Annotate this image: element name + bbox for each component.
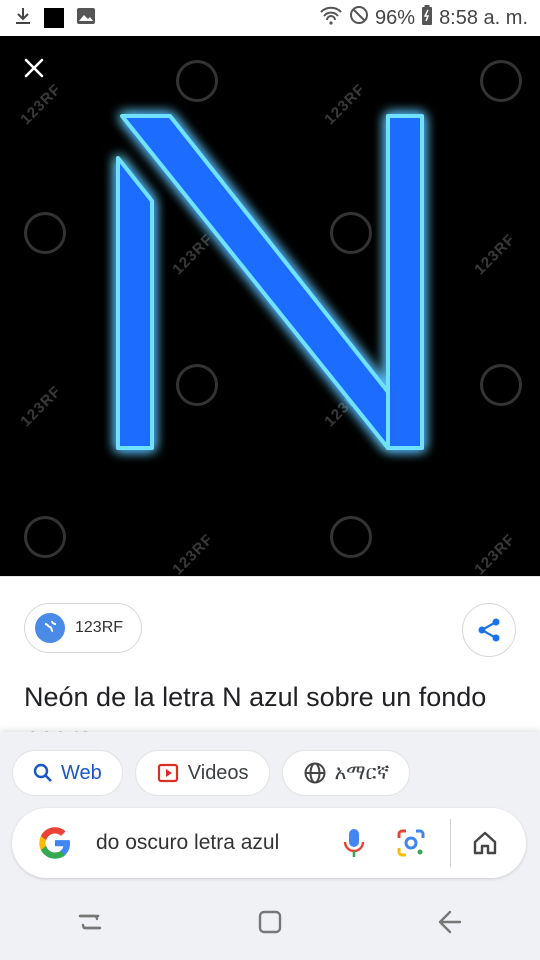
source-name: 123RF: [75, 619, 124, 636]
search-icon: [33, 763, 52, 782]
neon-letter-n: [116, 114, 424, 450]
recents-icon[interactable]: [76, 908, 104, 941]
back-icon[interactable]: [436, 908, 464, 941]
chip-web[interactable]: Web: [12, 750, 123, 796]
system-nav-bar: [0, 888, 540, 960]
battery-icon: [421, 5, 433, 31]
chip-language[interactable]: አማርኛ: [281, 750, 411, 796]
globe-icon: [304, 762, 326, 784]
clock: 8:58 a. m.: [439, 6, 528, 29]
video-icon: [157, 763, 178, 783]
app-icon: [44, 8, 64, 28]
image-viewer[interactable]: 123RF 123RF 123RF 123RF 123RF 123RF 123R…: [0, 36, 540, 576]
battery-percent: 96%: [375, 6, 416, 29]
download-icon: [14, 6, 32, 31]
google-lens-icon[interactable]: [396, 828, 426, 858]
search-chips: Web Videos አማርኛ: [12, 750, 411, 796]
search-bar[interactable]: do oscuro letra azul: [12, 808, 526, 878]
share-icon: [478, 618, 500, 642]
image-icon: [76, 7, 96, 30]
do-not-disturb-icon: [349, 5, 369, 31]
close-icon: [24, 58, 44, 78]
home-nav-icon[interactable]: [256, 908, 284, 941]
chip-videos[interactable]: Videos: [134, 750, 270, 796]
chip-web-label: Web: [61, 761, 102, 784]
status-bar: 96% 8:58 a. m.: [0, 0, 540, 36]
chip-videos-label: Videos: [187, 761, 249, 784]
share-button[interactable]: [462, 603, 516, 657]
bottom-search-sheet: Web Videos አማርኛ do oscuro letra azul: [0, 732, 540, 960]
wifi-icon: [319, 5, 343, 31]
image-info-panel: 123RF Neón de la letra N azul sobre un f…: [0, 576, 540, 752]
close-button[interactable]: [18, 52, 50, 84]
google-logo-icon: [36, 824, 74, 862]
source-chip[interactable]: 123RF: [24, 603, 142, 653]
search-query[interactable]: do oscuro letra azul: [96, 831, 308, 855]
globe-icon: [35, 613, 65, 643]
chip-language-label: አማርኛ: [334, 761, 390, 784]
mic-icon[interactable]: [342, 827, 366, 859]
home-icon[interactable]: [471, 829, 499, 857]
searchbar-divider: [450, 819, 451, 867]
